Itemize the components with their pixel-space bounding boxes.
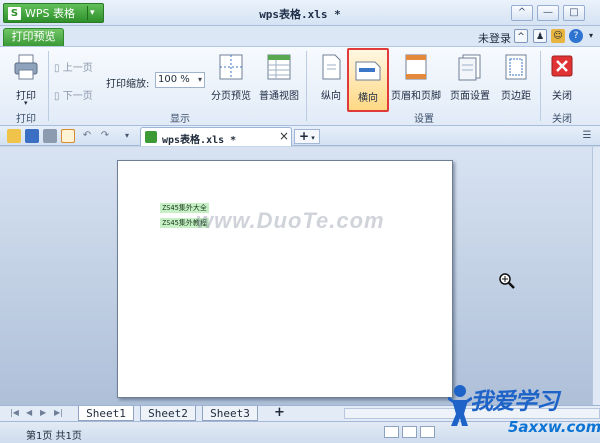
- next-sheet-icon[interactable]: ▶: [40, 408, 46, 417]
- ribbon-collapse-button[interactable]: ^: [511, 5, 533, 21]
- page-setup-icon: [458, 54, 481, 81]
- page-setup-button[interactable]: 页面设置: [448, 51, 492, 105]
- sheet-tab-2[interactable]: Sheet2: [140, 406, 196, 421]
- normal-view-icon[interactable]: [384, 426, 399, 438]
- margins-label: 页边距: [501, 91, 531, 102]
- close-tab-icon[interactable]: ×: [279, 129, 289, 143]
- spreadsheet-file-icon: [145, 131, 157, 143]
- chevron-down-icon: ▾: [309, 134, 315, 142]
- plus-icon: +: [299, 129, 310, 143]
- brand-name: 我爱学习: [470, 389, 559, 415]
- page-break-view-icon[interactable]: [402, 426, 417, 438]
- help-dropdown-icon[interactable]: ▾: [584, 29, 598, 43]
- group-divider: [540, 51, 541, 121]
- margins-button[interactable]: 页边距: [496, 51, 536, 105]
- group-divider: [48, 51, 49, 121]
- header-footer-button[interactable]: 页眉和页脚: [391, 51, 441, 105]
- ribbon-tab-row: 打印预览 未登录 ^ ♟ ☺ ? ▾: [0, 26, 600, 46]
- page-status: 第1页 共1页: [26, 431, 82, 442]
- margins-icon: [505, 54, 527, 80]
- help-icon[interactable]: ?: [569, 29, 583, 43]
- ribbon: 打印 ▾ ▯ 上一页 ▯ 下一页 打印 打印缩放: 100 % ▾ 分页预览 普…: [0, 46, 600, 126]
- page-up-icon: ▯: [54, 63, 60, 74]
- sheet-tab-3[interactable]: Sheet3: [202, 406, 258, 421]
- sheet-tab-1[interactable]: Sheet1: [78, 406, 134, 421]
- collapse-ribbon-icon[interactable]: ^: [514, 29, 528, 43]
- window-title: wps表格.xls *: [259, 8, 341, 21]
- page-setup-label: 页面设置: [450, 91, 490, 102]
- close-preview-button[interactable]: 关闭: [546, 51, 578, 105]
- new-tab-button[interactable]: + ▾: [294, 129, 320, 144]
- portrait-icon: [322, 54, 341, 80]
- vertical-scrollbar[interactable]: [592, 147, 600, 405]
- chevron-down-icon: ▾: [197, 75, 202, 84]
- next-page-button[interactable]: ▯ 下一页: [54, 87, 93, 102]
- prev-page-button[interactable]: ▯ 上一页: [54, 59, 93, 74]
- add-sheet-button[interactable]: +: [274, 405, 285, 420]
- customize-toolbar-icon[interactable]: ▾: [120, 129, 134, 143]
- undo-icon[interactable]: ↶: [80, 129, 94, 143]
- reading-mode-icon[interactable]: [420, 426, 435, 438]
- redo-icon[interactable]: ↷: [98, 129, 112, 143]
- zoom-label: 打印缩放:: [106, 79, 150, 90]
- header-footer-icon: [405, 54, 427, 80]
- zoom-value: 100 %: [158, 74, 190, 85]
- landscape-button[interactable]: 横向: [347, 48, 389, 112]
- maximize-button[interactable]: □: [563, 5, 585, 21]
- header-footer-label: 页眉和页脚: [391, 91, 441, 102]
- page-break-preview-icon: [219, 54, 243, 80]
- close-icon: [551, 55, 573, 77]
- print-dropdown-icon[interactable]: ▾: [24, 99, 28, 107]
- group-label-display: 显示: [170, 114, 190, 125]
- normal-view-button[interactable]: 普通视图: [256, 51, 302, 105]
- watermark-text: www.DuoTe.com: [196, 208, 385, 233]
- landscape-icon: [355, 61, 381, 81]
- print-preview-icon[interactable]: [61, 129, 75, 143]
- group-label-print: 打印: [16, 114, 36, 125]
- first-sheet-icon[interactable]: |◀: [10, 408, 19, 417]
- minimize-icon: —: [543, 7, 553, 18]
- printer-icon[interactable]: [43, 129, 57, 143]
- preview-page: ZS45集外大全 ZS45集外教程: [117, 160, 453, 398]
- zoom-select[interactable]: 100 % ▾: [155, 72, 205, 88]
- title-bar: S WPS 表格 ▾ wps表格.xls * ^ — □: [0, 0, 600, 26]
- minimize-button[interactable]: —: [537, 5, 559, 21]
- skin-icon[interactable]: ♟: [533, 29, 547, 43]
- group-label-close: 关闭: [552, 114, 572, 125]
- mascot-logo: [448, 385, 472, 426]
- save-icon[interactable]: [25, 129, 39, 143]
- page-break-preview-label: 分页预览: [211, 91, 251, 102]
- group-label-settings: 设置: [414, 114, 434, 125]
- last-sheet-icon[interactable]: ▶|: [54, 408, 63, 417]
- close-label: 关闭: [552, 91, 572, 102]
- landscape-label: 横向: [358, 93, 378, 104]
- user-icon[interactable]: ☺: [551, 29, 565, 43]
- zoom-cursor-icon: [499, 273, 515, 289]
- normal-view-label: 普通视图: [259, 91, 299, 102]
- document-tab-label: wps表格.xls *: [162, 135, 237, 146]
- site-branding: 我爱学习 5axxw.com: [448, 378, 600, 440]
- brand-url: 5axxw.com: [508, 418, 600, 436]
- login-link[interactable]: 未登录: [478, 30, 511, 46]
- print-button[interactable]: 打印 ▾: [8, 51, 44, 107]
- page-break-preview-button[interactable]: 分页预览: [208, 51, 254, 105]
- prev-sheet-icon[interactable]: ◀: [26, 408, 32, 417]
- maximize-icon: □: [569, 7, 579, 18]
- tab-list-icon[interactable]: ☰: [580, 129, 594, 143]
- open-folder-icon[interactable]: [7, 129, 21, 143]
- quick-access-toolbar: ↶ ↷ ▾ wps表格.xls * × + ▾ ☰: [0, 126, 600, 146]
- normal-view-icon: [267, 54, 291, 80]
- portrait-label: 纵向: [321, 91, 341, 102]
- page-down-icon: ▯: [54, 91, 60, 102]
- portrait-button[interactable]: 纵向: [314, 51, 348, 105]
- group-divider: [306, 51, 307, 121]
- document-tab[interactable]: wps表格.xls * ×: [140, 127, 292, 146]
- chevron-up-icon: ^: [517, 7, 527, 18]
- tab-print-preview[interactable]: 打印预览: [3, 28, 64, 46]
- printer-icon: [14, 54, 38, 80]
